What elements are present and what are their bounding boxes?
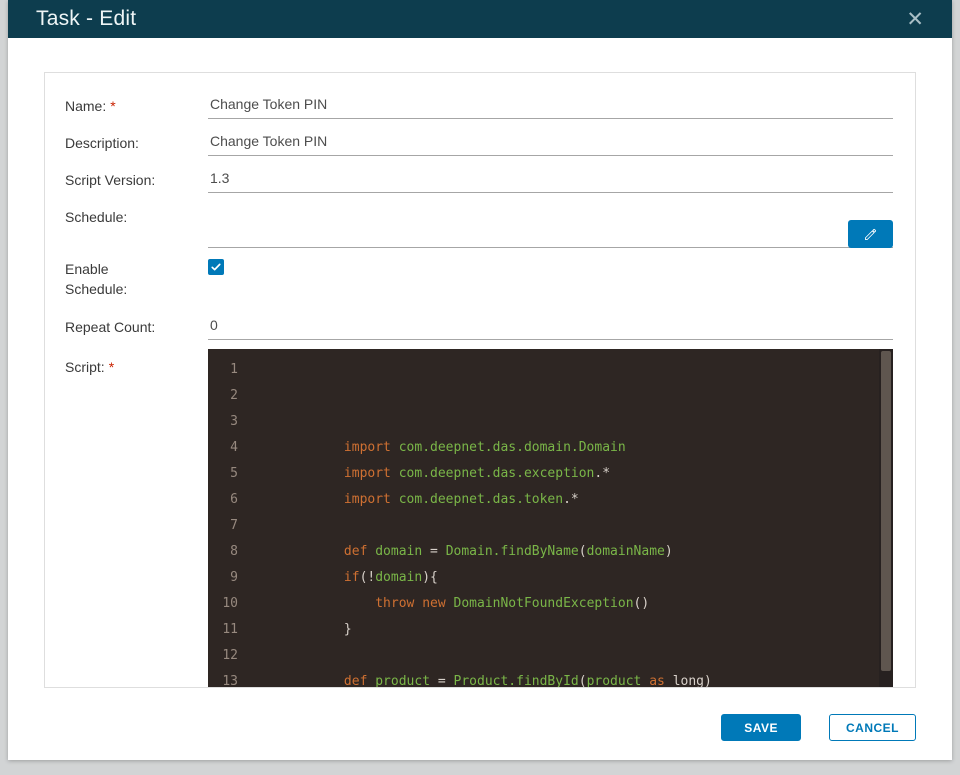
required-asterisk: * bbox=[110, 98, 116, 114]
name-label: Name: * bbox=[65, 91, 208, 119]
repeat-count-input[interactable] bbox=[208, 312, 893, 340]
scrollbar-thumb[interactable] bbox=[881, 351, 891, 671]
description-input[interactable] bbox=[208, 128, 893, 156]
line-code: def product = Product.findById(product a… bbox=[343, 674, 712, 688]
line-code: if(!domain){ bbox=[343, 570, 438, 585]
line-number: 10 bbox=[222, 596, 238, 611]
cancel-button[interactable]: CANCEL bbox=[829, 714, 916, 741]
name-input[interactable] bbox=[208, 91, 893, 119]
line-code: def domain = Domain.findByName(domainNam… bbox=[343, 544, 673, 559]
line-number: 6 bbox=[230, 492, 238, 507]
close-icon[interactable]: ✕ bbox=[906, 9, 924, 30]
line-number: 1 bbox=[230, 362, 238, 377]
modal-footer: SAVE CANCEL bbox=[8, 688, 952, 760]
schedule-row: Schedule: bbox=[65, 202, 893, 248]
schedule-input[interactable] bbox=[208, 220, 893, 248]
enable-schedule-checkbox[interactable] bbox=[208, 259, 224, 275]
line-code: import com.deepnet.das.domain.Domain bbox=[343, 440, 626, 455]
check-icon bbox=[211, 263, 221, 271]
code-line: 6 import com.deepnet.das.token.* bbox=[208, 487, 893, 513]
code-lines: 1234 import com.deepnet.das.domain.Domai… bbox=[208, 357, 893, 688]
code-line: 8 def domain = Domain.findByName(domainN… bbox=[208, 539, 893, 565]
line-number: 8 bbox=[230, 544, 238, 559]
script-version-input[interactable] bbox=[208, 165, 893, 193]
line-number: 3 bbox=[230, 414, 238, 429]
code-line: 3 bbox=[208, 409, 893, 435]
script-version-label: Script Version: bbox=[65, 172, 156, 188]
line-number: 9 bbox=[230, 570, 238, 585]
script-version-row: Script Version: bbox=[65, 165, 893, 193]
name-row: Name: * bbox=[65, 91, 893, 119]
line-code: } bbox=[250, 622, 352, 637]
save-button[interactable]: SAVE bbox=[721, 714, 801, 741]
line-code: import com.deepnet.das.exception.* bbox=[343, 466, 611, 481]
code-line: 11 } bbox=[208, 617, 893, 643]
repeat-count-row: Repeat Count: bbox=[65, 312, 893, 340]
script-editor[interactable]: 1234 import com.deepnet.das.domain.Domai… bbox=[208, 349, 893, 688]
required-asterisk: * bbox=[108, 359, 115, 375]
description-label: Description: bbox=[65, 135, 139, 151]
line-number: 12 bbox=[222, 648, 238, 663]
schedule-edit-button[interactable] bbox=[848, 220, 893, 248]
name-label-text: Name: bbox=[65, 98, 107, 114]
line-code: throw new DomainNotFoundException() bbox=[375, 596, 650, 611]
code-line: 4 import com.deepnet.das.domain.Domain bbox=[208, 435, 893, 461]
code-line: 13 def product = Product.findById(produc… bbox=[208, 669, 893, 688]
line-number: 13 bbox=[222, 674, 238, 688]
enable-schedule-label: Enable Schedule: bbox=[65, 261, 128, 297]
editor-scrollbar[interactable] bbox=[879, 349, 893, 687]
line-number: 4 bbox=[230, 440, 238, 455]
code-line: 1 bbox=[208, 357, 893, 383]
line-number: 5 bbox=[230, 466, 238, 481]
script-label: Script: * bbox=[65, 349, 208, 687]
description-row: Description: bbox=[65, 128, 893, 156]
pencil-icon bbox=[865, 228, 877, 240]
line-number: 11 bbox=[222, 622, 238, 637]
line-number: 7 bbox=[230, 518, 238, 533]
script-label-text: Script: bbox=[65, 359, 105, 375]
modal-header: Task - Edit ✕ bbox=[8, 0, 952, 38]
code-line: 10 throw new DomainNotFoundException() bbox=[208, 591, 893, 617]
line-number: 2 bbox=[230, 388, 238, 403]
task-edit-modal: Task - Edit ✕ Name:* Description: Script… bbox=[8, 0, 952, 760]
modal-title: Task - Edit bbox=[36, 7, 137, 30]
line-code: import com.deepnet.das.token.* bbox=[343, 492, 579, 507]
modal-body: Name:* Description: Script Version: bbox=[8, 38, 952, 688]
code-line: 9 if(!domain){ bbox=[208, 565, 893, 591]
enable-schedule-row: Enable Schedule: bbox=[65, 254, 893, 310]
code-line: 12 bbox=[208, 643, 893, 669]
schedule-label: Schedule: bbox=[65, 209, 128, 225]
script-row: Script: * 1234 import com.deepnet.das.dom… bbox=[65, 349, 893, 688]
code-line: 7 bbox=[208, 513, 893, 539]
form-card: Name:* Description: Script Version: bbox=[44, 72, 916, 688]
code-line: 5 import com.deepnet.das.exception.* bbox=[208, 461, 893, 487]
code-line: 2 bbox=[208, 383, 893, 409]
repeat-count-label: Repeat Count: bbox=[65, 319, 156, 335]
